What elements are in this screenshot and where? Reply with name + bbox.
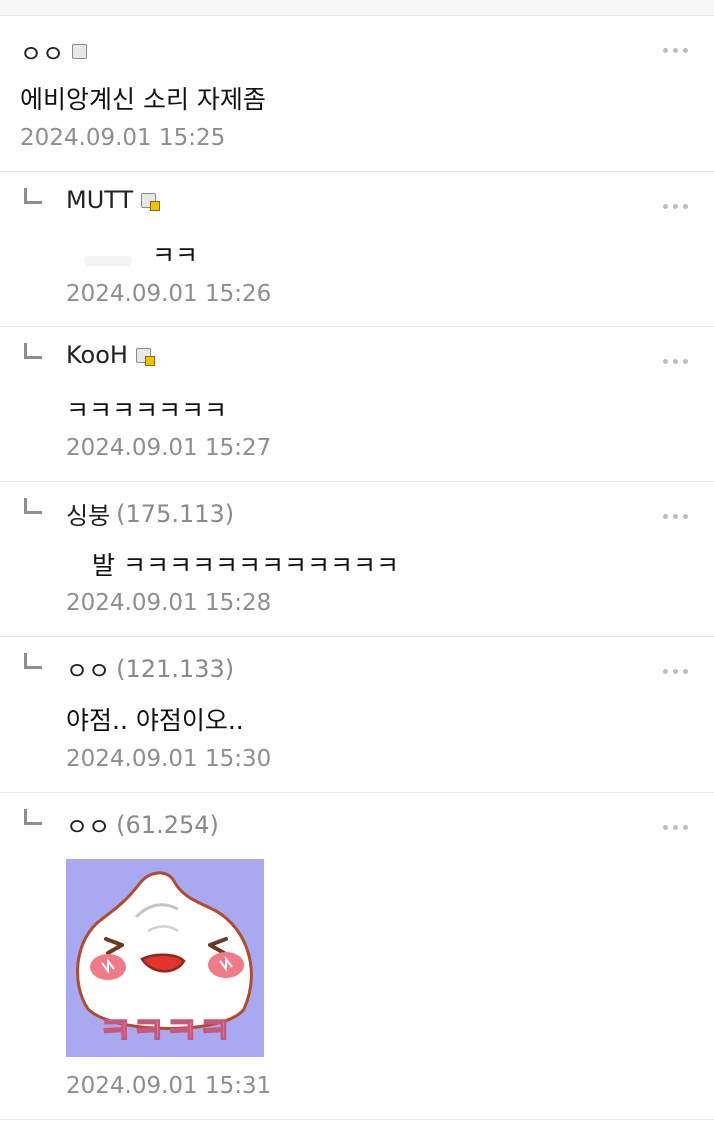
more-dots-icon[interactable] xyxy=(663,204,688,209)
reply-nickname[interactable]: MUTT xyxy=(66,186,133,214)
reply-date: 2024.09.01 15:31 xyxy=(66,1073,272,1099)
reply-text: 야점.. 야점이오.. xyxy=(66,706,244,735)
top-strip xyxy=(0,0,714,16)
dumpling-face-icon: ㅋㅋㅋㅋ xyxy=(76,871,253,1053)
reply-text: 발 ㅋㅋㅋㅋㅋㅋㅋㅋㅋㅋㅋㅋ xyxy=(92,551,399,580)
more-dots-icon[interactable] xyxy=(663,359,688,364)
reply-date: 2024.09.01 15:28 xyxy=(66,590,272,616)
reply-date: 2024.09.01 15:26 xyxy=(66,281,272,307)
reply-date: 2024.09.01 15:30 xyxy=(66,746,272,772)
reply-item: MUTT ㅋㅋ 2024.09.01 15:26 xyxy=(0,172,714,327)
comment-item: ㅇㅇ 에비앙계신 소리 자제좀 2024.09.01 15:25 xyxy=(0,16,714,172)
comment-nickname[interactable]: ㅇㅇ xyxy=(20,34,64,69)
reply-arrow-icon xyxy=(24,498,42,514)
reply-arrow-icon xyxy=(24,343,42,359)
member-badge-icon xyxy=(141,192,161,211)
reply-item: KooH ㅋㅋㅋㅋㅋㅋㅋ 2024.09.01 15:27 xyxy=(0,327,714,482)
reply-text: ㅋㅋㅋㅋㅋㅋㅋ xyxy=(66,396,228,425)
obscured-text xyxy=(84,256,132,266)
more-dots-icon[interactable] xyxy=(663,669,688,674)
reply-arrow-icon xyxy=(24,188,42,204)
more-dots-icon[interactable] xyxy=(663,48,688,53)
reply-ip: (175.113) xyxy=(116,499,235,528)
reply-nickname[interactable]: KooH xyxy=(66,341,128,369)
dumpling-emoticon[interactable]: ㅋㅋㅋㅋ xyxy=(66,859,264,1057)
reply-nickname[interactable]: 싱붕 xyxy=(66,496,110,531)
more-dots-icon[interactable] xyxy=(663,514,688,519)
reply-date: 2024.09.01 15:27 xyxy=(66,435,272,461)
comment-text: 에비앙계신 소리 자제좀 xyxy=(20,85,266,114)
reply-item: 싱붕 (175.113) 발 ㅋㅋㅋㅋㅋㅋㅋㅋㅋㅋㅋㅋ 2024.09.01 1… xyxy=(0,482,714,637)
reply-item: ㅇㅇ (121.133) 야점.. 야점이오.. 2024.09.01 15:3… xyxy=(0,637,714,793)
dumpling-body xyxy=(76,871,253,1030)
reply-arrow-icon xyxy=(24,809,42,825)
reply-text: ㅋㅋ xyxy=(152,241,199,270)
member-badge-icon xyxy=(135,347,155,366)
more-dots-icon[interactable] xyxy=(663,825,688,830)
comment-date: 2024.09.01 15:25 xyxy=(20,125,226,151)
reply-arrow-icon xyxy=(24,653,42,669)
reply-ip: (121.133) xyxy=(116,654,235,683)
reply-nickname[interactable]: ㅇㅇ xyxy=(66,651,110,686)
emoticon-caption: ㅋㅋㅋㅋ xyxy=(99,1011,231,1052)
reply-ip: (61.254) xyxy=(116,810,219,839)
reply-nickname[interactable]: ㅇㅇ xyxy=(66,807,110,842)
member-badge-icon xyxy=(72,44,88,59)
